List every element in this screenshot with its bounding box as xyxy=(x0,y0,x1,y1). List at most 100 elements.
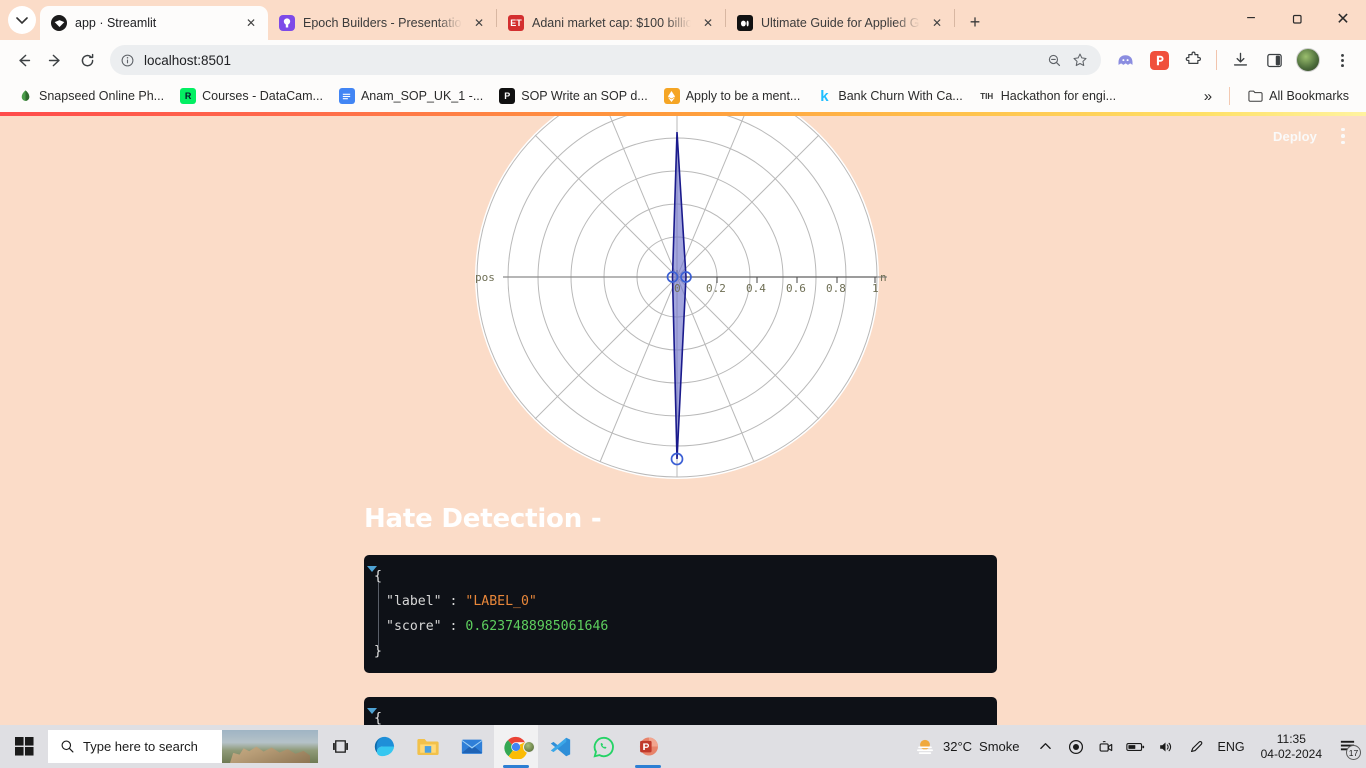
tab-strip: app · Streamlit ✕ Epoch Builders - Prese… xyxy=(0,0,1366,40)
site-info-icon[interactable] xyxy=(114,47,140,73)
polar-axis-label-pos: pos xyxy=(475,271,495,284)
google-docs-icon xyxy=(338,88,355,104)
main-menu-icon[interactable] xyxy=(1330,121,1356,151)
extensions-puzzle-icon[interactable] xyxy=(1178,45,1208,75)
svg-text:0: 0 xyxy=(674,282,681,295)
profile-avatar[interactable] xyxy=(1293,45,1323,75)
bookmark-label: Apply to be a ment... xyxy=(685,89,801,103)
bookmark-apply-mentor[interactable]: Apply to be a ment... xyxy=(657,84,808,108)
chevron-down-icon[interactable] xyxy=(367,708,377,714)
json-separator: : xyxy=(441,619,466,634)
product-hunt-extension-icon[interactable] xyxy=(1144,45,1174,75)
zoom-out-icon[interactable] xyxy=(1041,47,1067,73)
bookmark-sop-write[interactable]: P SOP Write an SOP d... xyxy=(492,84,654,108)
address-bar[interactable]: localhost:8501 xyxy=(110,45,1101,75)
record-icon[interactable] xyxy=(1062,725,1090,768)
side-panel-icon[interactable] xyxy=(1259,45,1289,75)
taskbar-app-file-explorer[interactable] xyxy=(406,725,450,768)
browser-window: app · Streamlit ✕ Epoch Builders - Prese… xyxy=(0,0,1366,725)
address-bar-url[interactable]: localhost:8501 xyxy=(140,53,231,68)
ghost-extension-icon[interactable] xyxy=(1110,45,1140,75)
forward-icon[interactable] xyxy=(40,45,70,75)
chrome-menu-icon[interactable] xyxy=(1327,45,1357,75)
deploy-button[interactable]: Deploy xyxy=(1264,124,1326,149)
chevron-down-icon[interactable] xyxy=(367,566,377,572)
window-controls: − ✕ xyxy=(1228,0,1366,38)
downloads-icon[interactable] xyxy=(1225,45,1255,75)
show-hidden-icons-button[interactable] xyxy=(1032,725,1060,768)
taskbar-app-google-chrome[interactable] xyxy=(494,725,538,768)
json-row: "label" : "LABEL_0" xyxy=(364,589,997,614)
smoke-weather-icon xyxy=(917,739,933,754)
canva-icon xyxy=(279,15,295,31)
battery-icon[interactable] xyxy=(1122,725,1150,768)
bookmark-hackathon[interactable]: TIH Hackathon for engi... xyxy=(972,84,1123,108)
powerpoint-icon xyxy=(639,737,658,756)
economic-times-icon: ET xyxy=(508,15,524,31)
bookmarks-divider xyxy=(1229,87,1231,105)
close-button[interactable]: ✕ xyxy=(1320,0,1366,38)
taskbar-app-visual-studio-code[interactable] xyxy=(538,725,582,768)
edge-icon xyxy=(374,736,394,757)
back-icon[interactable] xyxy=(8,45,38,75)
bookmark-bank-churn[interactable]: k Bank Churn With Ca... xyxy=(809,84,969,108)
product-hunt-icon: P xyxy=(499,88,516,104)
svg-text:1: 1 xyxy=(872,282,879,295)
search-placeholder: Type here to search xyxy=(83,739,198,754)
bookmark-datacamp[interactable]: R Courses - DataCam... xyxy=(173,84,330,108)
taskbar-app-microsoft-edge[interactable] xyxy=(362,725,406,768)
json-viewer-hate-label[interactable]: { "label" : "LABEL_0" "score" : 0.623748… xyxy=(364,555,997,673)
browser-tab-ultimate-guide[interactable]: Ultimate Guide for Applied Gen ✕ xyxy=(726,6,954,40)
task-view-button[interactable] xyxy=(318,725,362,768)
close-icon[interactable]: ✕ xyxy=(699,14,717,32)
bookmark-snapseed[interactable]: Snapseed Online Ph... xyxy=(10,84,171,108)
new-tab-button[interactable]: + xyxy=(961,8,989,36)
search-input[interactable]: Type here to search xyxy=(48,730,318,763)
minimize-button[interactable]: − xyxy=(1228,0,1274,38)
weather-widget[interactable]: 32°C Smoke xyxy=(904,737,1030,757)
bookmarks-overflow-group: » All Bookmarks xyxy=(1197,84,1356,109)
taskbar-app-mail[interactable] xyxy=(450,725,494,768)
bookmarks-overflow-button[interactable]: » xyxy=(1197,84,1219,109)
close-icon[interactable]: ✕ xyxy=(242,14,260,32)
streamlit-app-viewport: Deploy 0 0.2 0.4 0.6 0.8 1 pos n Hate De… xyxy=(0,112,1366,725)
tab-title: app · Streamlit xyxy=(75,16,157,30)
streamlit-icon xyxy=(51,15,67,31)
reload-icon[interactable] xyxy=(72,45,102,75)
medium-icon xyxy=(737,15,753,31)
search-icon xyxy=(61,740,74,753)
clock[interactable]: 11:35 04-02-2024 xyxy=(1253,732,1330,762)
pen-icon[interactable] xyxy=(1182,725,1210,768)
toolbar-divider xyxy=(1216,50,1217,70)
bookmark-anam-sop[interactable]: Anam_SOP_UK_1 -... xyxy=(332,84,490,108)
notification-center-button[interactable]: 17 xyxy=(1332,725,1362,768)
json-open-brace: { xyxy=(374,711,382,725)
browser-tab-adani-market-cap[interactable]: ET Adani market cap: $100 billion ... ✕ xyxy=(497,6,725,40)
ethereum-icon xyxy=(663,88,680,104)
close-icon[interactable]: ✕ xyxy=(928,14,946,32)
taskbar-app-whatsapp[interactable] xyxy=(582,725,626,768)
bookmark-star-icon[interactable] xyxy=(1067,47,1093,73)
json-viewer-acceptable[interactable]: { "ACCEPTABLE" : 0.6237488985061646 } xyxy=(364,697,997,725)
bookmark-label: SOP Write an SOP d... xyxy=(521,89,648,103)
language-indicator[interactable]: ENG xyxy=(1212,740,1251,754)
camera-icon[interactable] xyxy=(1092,725,1120,768)
weather-temperature: 32°C xyxy=(943,739,973,754)
all-bookmarks-button[interactable]: All Bookmarks xyxy=(1240,84,1356,108)
tab-search-button[interactable] xyxy=(8,6,36,34)
json-key: "label" xyxy=(386,594,442,609)
notification-count: 17 xyxy=(1346,745,1361,760)
svg-text:0.2: 0.2 xyxy=(706,282,726,295)
close-icon[interactable]: ✕ xyxy=(470,14,488,32)
maximize-button[interactable] xyxy=(1274,0,1320,38)
volume-icon[interactable] xyxy=(1152,725,1180,768)
bookmark-label: Anam_SOP_UK_1 -... xyxy=(360,89,484,103)
tih-icon: TIH xyxy=(980,91,994,101)
bookmark-label: Snapseed Online Ph... xyxy=(39,89,165,103)
browser-tab-app-streamlit[interactable]: app · Streamlit ✕ xyxy=(40,6,268,40)
bookmark-label: Hackathon for engi... xyxy=(1000,89,1117,103)
browser-tab-epoch-builders[interactable]: Epoch Builders - Presentation ✕ xyxy=(268,6,496,40)
clock-date: 04-02-2024 xyxy=(1260,746,1322,761)
start-button[interactable] xyxy=(0,725,48,768)
taskbar-app-powerpoint[interactable] xyxy=(626,725,670,768)
